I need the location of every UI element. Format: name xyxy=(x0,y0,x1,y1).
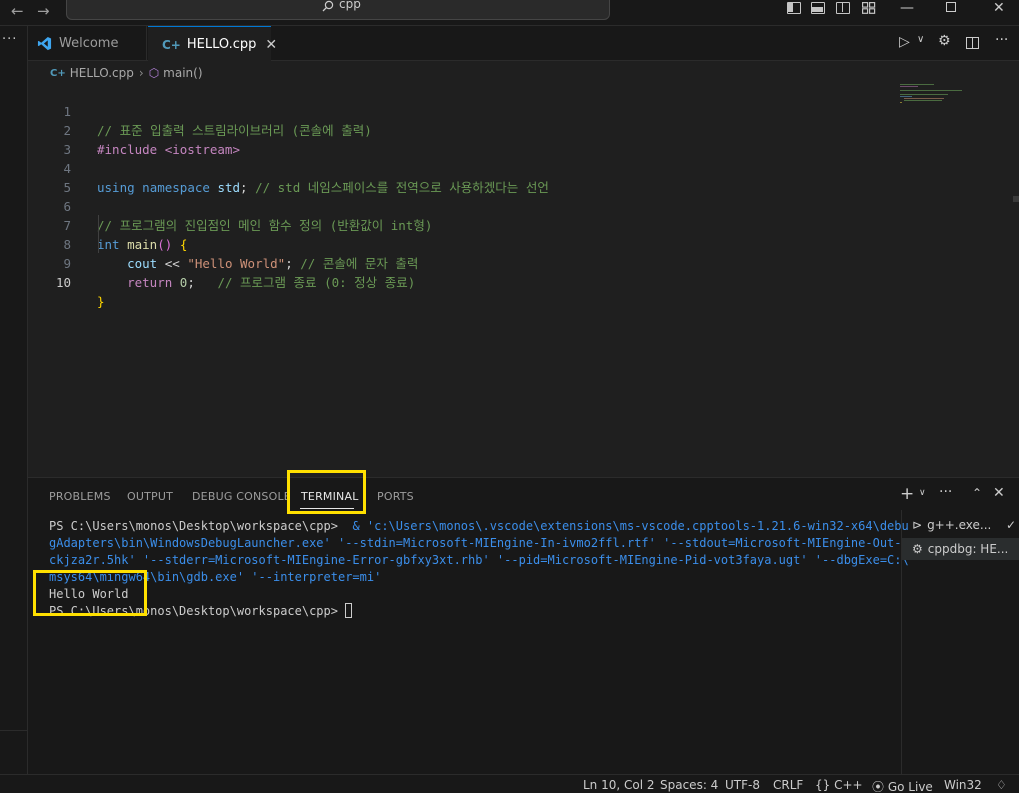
code-line: 5 xyxy=(28,159,908,195)
line-ending[interactable]: CRLF xyxy=(773,778,803,792)
title-bar: ← → cpp — ✕ xyxy=(0,0,1019,26)
close-tab-icon[interactable]: ✕ xyxy=(265,37,277,53)
method-icon: ⬡ xyxy=(148,66,160,80)
bottom-panel: PROBLEMS OUTPUT DEBUG CONSOLE TERMINAL P… xyxy=(28,470,1019,775)
editor-scrollbar-marker[interactable] xyxy=(1013,196,1019,202)
debug-icon: ⚙ xyxy=(912,542,923,556)
code-line: 8 cout << "Hello World"; // 콘솔에 문자 출력 xyxy=(28,216,908,271)
tab-debug-console[interactable]: DEBUG CONSOLE xyxy=(192,490,291,503)
indentation[interactable]: Spaces: 4 xyxy=(660,778,718,792)
cpp-file-icon: C+ xyxy=(162,37,181,52)
toggle-panel-icon[interactable] xyxy=(811,2,825,14)
terminal-list: ⊳ g++.exe... ✓ ⚙ cppdbg: HE... xyxy=(901,510,1019,775)
toggle-primary-sidebar-icon[interactable] xyxy=(787,2,801,14)
terminal-output[interactable]: PS C:\Users\monos\Desktop\workspace\cpp>… xyxy=(49,518,909,620)
terminal-item-label: g++.exe... xyxy=(927,518,992,532)
close-window-icon[interactable]: ✕ xyxy=(993,0,1005,16)
more-panel-actions-icon[interactable]: ··· xyxy=(939,484,952,500)
terminal-cursor xyxy=(345,603,353,618)
terminal-item-label: cppdbg: HE... xyxy=(927,542,1009,556)
editor-tab-bar: Welcome C+ HELLO.cpp ✕ ▷ ∨ ⚙ ··· xyxy=(28,26,1019,62)
cpp-file-icon: C+ xyxy=(50,67,66,79)
program-output: Hello World xyxy=(49,587,129,601)
vscode-logo-icon xyxy=(37,36,52,51)
customize-layout-icon[interactable] xyxy=(862,2,876,14)
encoding[interactable]: UTF-8 xyxy=(725,778,760,792)
close-panel-icon[interactable]: ✕ xyxy=(993,485,1005,501)
forward-arrow-icon[interactable]: → xyxy=(37,3,50,19)
code-line: 1 // 표준 입출력 스트림라이브러리 (콘솔에 출력) xyxy=(28,83,908,138)
back-arrow-icon[interactable]: ← xyxy=(11,3,24,19)
gear-icon[interactable]: ⚙ xyxy=(938,33,951,49)
minimize-icon[interactable]: — xyxy=(900,0,914,16)
terminal-line: PS C:\Users\monos\Desktop\workspace\cpp>… xyxy=(49,519,909,533)
search-text: cpp xyxy=(339,0,361,11)
command-center-search[interactable]: cpp xyxy=(66,0,610,20)
new-terminal-plus-icon[interactable]: + xyxy=(900,484,914,504)
tab-output[interactable]: OUTPUT xyxy=(127,490,173,503)
terminal-tab-highlight-box xyxy=(287,470,366,514)
more-actions-icon[interactable]: ··· xyxy=(2,32,17,47)
maximize-panel-icon[interactable]: ⌃ xyxy=(972,486,982,500)
code-text: return 0; // 프로그램 종료 (0: 정상 종료) xyxy=(127,275,416,290)
broadcast-icon: ⦿ xyxy=(872,780,885,793)
tab-ports[interactable]: PORTS xyxy=(377,490,414,503)
braces-icon: {} xyxy=(815,778,831,792)
go-live-button[interactable]: ⦿ Go Live xyxy=(872,778,933,793)
terminal-dropdown-chevron-icon[interactable]: ∨ xyxy=(919,488,926,498)
run-dropdown-chevron-icon[interactable]: ∨ xyxy=(917,34,924,45)
toggle-secondary-sidebar-icon[interactable] xyxy=(836,2,850,14)
cursor-position[interactable]: Ln 10, Col 2 xyxy=(583,778,655,792)
terminal-line: gAdapters\bin\WindowsDebugLauncher.exe' … xyxy=(49,536,909,550)
tab-label: Welcome xyxy=(59,36,119,51)
search-icon xyxy=(322,0,334,12)
breadcrumb-symbol[interactable]: main() xyxy=(163,66,202,80)
tab-hello-cpp[interactable]: C+ HELLO.cpp ✕ xyxy=(148,26,277,62)
terminal-item-cppdbg[interactable]: ⚙ cppdbg: HE... xyxy=(902,538,1019,560)
tab-label: HELLO.cpp xyxy=(186,37,257,52)
more-editor-actions-icon[interactable]: ··· xyxy=(995,32,1008,48)
code-line: 2 #include <iostream> xyxy=(28,102,908,157)
code-line: 10 } xyxy=(28,254,908,309)
platform[interactable]: Win32 xyxy=(944,778,982,792)
indent-guide xyxy=(98,215,99,253)
terminal-line: msys64\mingw64\bin\gdb.exe' '--interpret… xyxy=(49,570,382,584)
maximize-icon[interactable] xyxy=(946,2,956,12)
terminal-icon: ⊳ xyxy=(912,518,923,532)
breadcrumb-file[interactable]: HELLO.cpp xyxy=(70,66,134,80)
tab-welcome[interactable]: Welcome xyxy=(28,26,147,61)
minimap[interactable] xyxy=(900,82,980,142)
code-line: 4 using namespace std; // std 네임스페이스를 전역… xyxy=(28,140,908,195)
output-highlight-box xyxy=(33,570,147,616)
code-editor[interactable]: 1 // 표준 입출력 스트림라이브러리 (콘솔에 출력) 2 #include… xyxy=(28,82,1019,477)
language-mode[interactable]: {} C++ xyxy=(815,778,863,792)
code-text: } xyxy=(97,294,105,309)
check-icon: ✓ xyxy=(1005,518,1016,532)
code-line: 3 xyxy=(28,121,908,157)
split-editor-icon[interactable] xyxy=(966,37,979,49)
line-number: 10 xyxy=(55,275,71,290)
activity-divider xyxy=(0,730,28,731)
code-line: 9 return 0; // 프로그램 종료 (0: 정상 종료) xyxy=(28,235,908,290)
status-bar: Ln 10, Col 2 Spaces: 4 UTF-8 CRLF {} C++… xyxy=(0,774,1019,793)
activity-bar: ··· xyxy=(0,26,28,774)
code-line: 7 int main() { xyxy=(28,197,908,252)
chevron-right-icon: › xyxy=(138,66,144,80)
tab-problems[interactable]: PROBLEMS xyxy=(49,490,111,503)
terminal-item-gpp[interactable]: ⊳ g++.exe... ✓ xyxy=(902,514,1019,536)
terminal-prompt-line: PS C:\Users\monos\Desktop\workspace\cpp> xyxy=(49,603,909,620)
terminal-line: ckjza2r.5hk' '--stderr=Microsoft-MIEngin… xyxy=(49,553,909,567)
notifications-bell-icon[interactable]: ♢ xyxy=(996,778,1007,792)
run-debug-icon[interactable]: ▷ xyxy=(899,34,910,50)
code-line: 6 // 프로그램의 진입점인 메인 함수 정의 (반환값이 int형) xyxy=(28,178,908,233)
breadcrumb: C+ HELLO.cpp › ⬡ main() xyxy=(50,64,203,82)
